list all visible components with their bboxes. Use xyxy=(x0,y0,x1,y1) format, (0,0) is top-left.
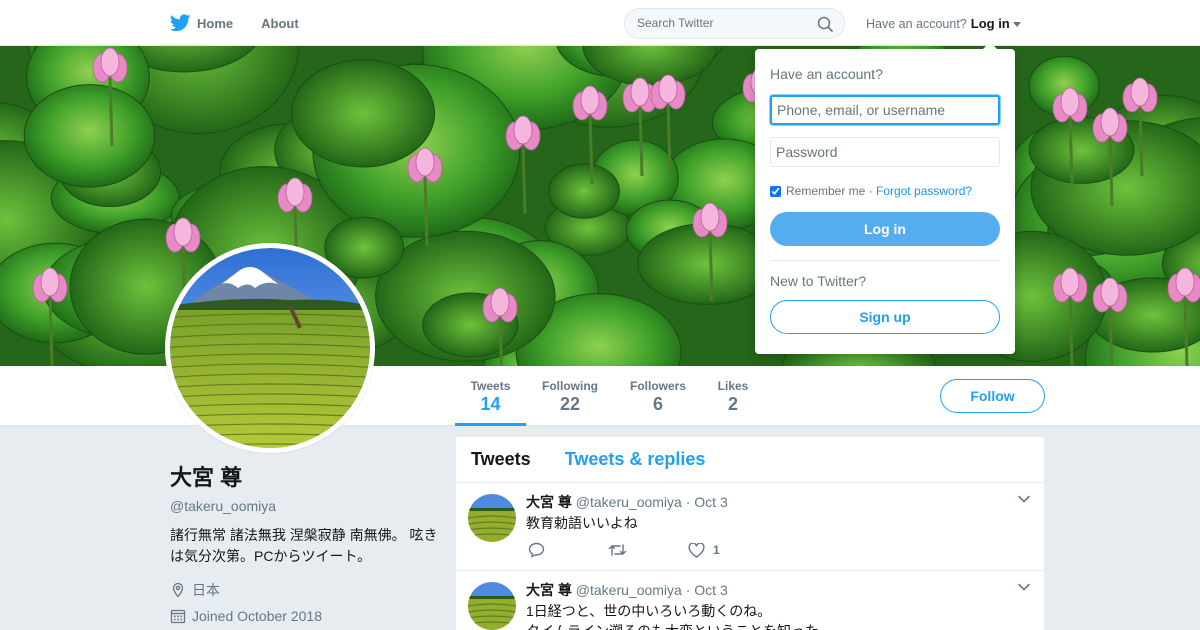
tweet-header: 大宮 尊 @takeru_oomiya · Oct 3 xyxy=(526,492,728,512)
profile-joined-text: Joined October 2018 xyxy=(192,608,322,624)
heart-icon xyxy=(688,542,705,558)
username-input[interactable] xyxy=(770,95,1000,125)
follow-button[interactable]: Follow xyxy=(940,379,1045,413)
profile-bio: 諸行無常 諸法無我 涅槃寂静 南無佛。 呟きは気分次第。PCからツイート。 xyxy=(170,527,438,564)
account-menu: Have an account? Log in xyxy=(866,16,1021,31)
like-count: 1 xyxy=(713,543,720,557)
nav-home-label: Home xyxy=(197,15,234,31)
login-button[interactable]: Log in xyxy=(770,212,1000,246)
tweet-text-line: 1日経つと、世の中いろいろ動くのね。 xyxy=(526,603,772,619)
chevron-down-icon[interactable] xyxy=(1018,583,1030,591)
tweet-text-line: タイムライン遡るのも大変ということを知った。 xyxy=(526,621,1026,630)
tweet-author-handle[interactable]: @takeru_oomiya xyxy=(576,582,682,598)
remember-me-checkbox[interactable] xyxy=(770,185,781,197)
profile-name[interactable]: 大宮 尊 xyxy=(170,460,440,492)
stat-following-label: Following xyxy=(542,379,598,393)
tweet-avatar[interactable] xyxy=(468,494,516,542)
stat-followers-value: 6 xyxy=(652,394,663,414)
nav-home[interactable]: Home xyxy=(170,0,233,46)
stat-tweets-label: Tweets xyxy=(470,379,511,393)
profile-avatar[interactable] xyxy=(165,243,375,453)
stat-tweets[interactable]: Tweets 14 xyxy=(455,366,526,426)
calendar-icon xyxy=(170,609,186,624)
search-box[interactable] xyxy=(624,8,845,39)
search-icon[interactable] xyxy=(817,16,833,32)
dropdown-divider xyxy=(770,260,1000,261)
tweet-separator: · xyxy=(685,494,691,510)
timeline: Tweets Tweets & replies 大宮 尊 @takeru_oom… xyxy=(456,437,1044,630)
chevron-down-icon[interactable] xyxy=(1018,495,1030,503)
new-to-twitter-text: New to Twitter? xyxy=(770,273,867,289)
stat-likes[interactable]: Likes 2 xyxy=(712,366,754,426)
remember-separator: · xyxy=(865,184,877,198)
tea-field-avatar-thumbnail xyxy=(468,582,516,630)
account-prompt: Have an account? xyxy=(866,16,967,31)
nav-left: Home About xyxy=(170,0,327,46)
tweet-timestamp[interactable]: Oct 3 xyxy=(694,582,727,598)
remember-me-row: Remember me · Forgot password? xyxy=(770,184,972,198)
remember-me-label[interactable]: Remember me xyxy=(786,184,865,198)
tweet-author-handle[interactable]: @takeru_oomiya xyxy=(576,494,682,510)
profile-joined: Joined October 2018 xyxy=(170,608,440,624)
profile-handle[interactable]: @takeru_oomiya xyxy=(170,498,440,514)
tea-field-avatar-thumbnail xyxy=(468,494,516,542)
reply-action[interactable] xyxy=(528,542,608,558)
search-input[interactable] xyxy=(637,16,807,30)
password-input[interactable] xyxy=(770,137,1000,167)
lotus-leaf xyxy=(548,163,620,219)
stat-likes-label: Likes xyxy=(717,379,749,393)
retweet-action[interactable] xyxy=(608,543,688,557)
tweet-separator: · xyxy=(685,582,691,598)
login-link[interactable]: Log in xyxy=(971,16,1010,31)
tweet-text: 1日経つと、世の中いろいろ動くのね。 タイムライン遡るのも大変ということを知った… xyxy=(526,601,1026,630)
tab-tweets[interactable]: Tweets xyxy=(471,449,531,470)
profile-location: 日本 xyxy=(170,580,440,600)
profile-location-text: 日本 xyxy=(192,582,220,598)
tweet-text: 教育勅語いいよね xyxy=(526,515,638,531)
tweet-item[interactable]: 大宮 尊 @takeru_oomiya · Oct 3 1日経つと、世の中いろい… xyxy=(456,571,1044,630)
top-navigation: Home About Have an account? Log in xyxy=(0,0,1200,46)
tweet-actions: 1 xyxy=(528,542,768,558)
lotus-leaf xyxy=(290,59,436,168)
stat-likes-value: 2 xyxy=(727,394,738,414)
tweet-author-name[interactable]: 大宮 尊 xyxy=(526,494,572,510)
like-action[interactable]: 1 xyxy=(688,542,768,558)
lotus-leaf xyxy=(23,84,156,188)
tweet-avatar[interactable] xyxy=(468,582,516,630)
reply-icon xyxy=(528,542,545,558)
caret-down-icon[interactable] xyxy=(1012,21,1021,27)
tweet-item[interactable]: 大宮 尊 @takeru_oomiya · Oct 3 教育勅語いいよね 1 xyxy=(456,483,1044,571)
twitter-bird-icon xyxy=(170,14,191,32)
stat-followers[interactable]: Followers 6 xyxy=(626,366,690,426)
tweet-timestamp[interactable]: Oct 3 xyxy=(694,494,727,510)
tweet-author-name[interactable]: 大宮 尊 xyxy=(526,582,572,598)
tea-field-avatar-image xyxy=(170,248,370,448)
forgot-password-link[interactable]: Forgot password? xyxy=(876,184,972,198)
retweet-icon xyxy=(608,544,627,556)
timeline-tabs: Tweets Tweets & replies xyxy=(456,437,1044,483)
signup-button[interactable]: Sign up xyxy=(770,300,1000,334)
stat-tweets-value: 14 xyxy=(480,394,501,414)
profile-card: 大宮 尊 @takeru_oomiya 諸行無常 諸法無我 涅槃寂静 南無佛。 … xyxy=(170,460,440,624)
login-dropdown: Have an account? Remember me · Forgot pa… xyxy=(755,42,1015,354)
stat-following-value: 22 xyxy=(559,394,581,414)
nav-about-label: About xyxy=(261,15,299,31)
stat-following[interactable]: Following 22 xyxy=(538,366,602,426)
tab-tweets-replies[interactable]: Tweets & replies xyxy=(565,449,706,470)
dropdown-title: Have an account? xyxy=(770,66,883,82)
tweet-header: 大宮 尊 @takeru_oomiya · Oct 3 xyxy=(526,580,728,600)
stat-followers-label: Followers xyxy=(629,379,686,393)
dropdown-caret xyxy=(982,42,998,50)
nav-about[interactable]: About xyxy=(261,0,299,46)
location-pin-icon xyxy=(172,582,184,598)
